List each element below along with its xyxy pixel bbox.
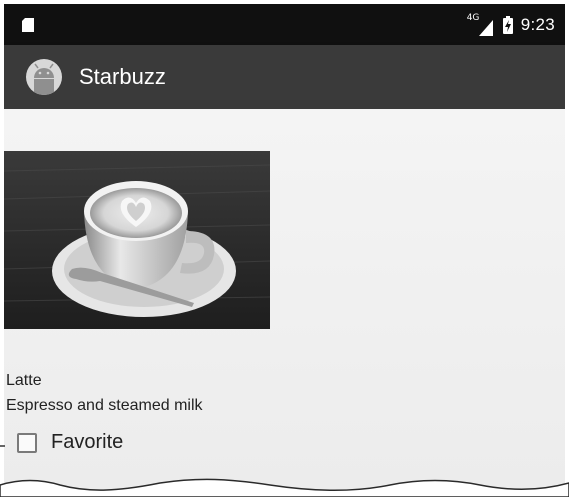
app-title: Starbuzz <box>79 64 166 89</box>
signal-indicator: 4G <box>467 13 495 36</box>
status-indicators: 4G 9:23 <box>467 4 555 45</box>
app-bar: Starbuzz <box>4 45 565 109</box>
favorite-checkbox-row[interactable]: Favorite <box>17 431 123 454</box>
drink-detail: Latte Espresso and steamed milk Favorite <box>4 109 565 493</box>
phone-screen: 4G 9:23 Starbuzz Latte Espresso and stea… <box>4 4 565 493</box>
drink-description: Espresso and steamed milk <box>6 397 203 414</box>
android-app-icon[interactable] <box>26 59 62 95</box>
torn-page-edge <box>0 478 569 497</box>
battery-charging-icon <box>502 15 513 34</box>
latte-photo <box>4 151 270 329</box>
signal-icon <box>478 19 493 36</box>
favorite-label[interactable]: Favorite <box>51 431 123 454</box>
status-time: 9:23 <box>520 14 555 34</box>
favorite-checkbox[interactable] <box>17 432 37 453</box>
android-robot-icon <box>34 63 54 95</box>
sd-card-icon <box>22 18 34 32</box>
status-bar: 4G 9:23 <box>4 4 565 45</box>
drink-name: Latte <box>6 372 42 389</box>
page-edge-mark <box>0 445 5 447</box>
